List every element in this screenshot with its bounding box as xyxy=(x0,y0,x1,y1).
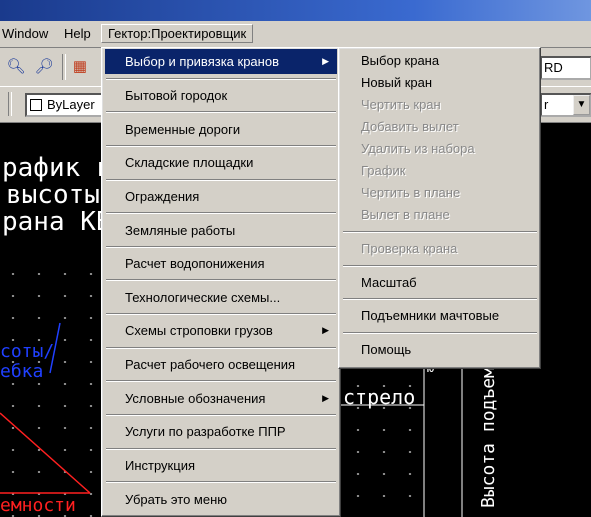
menu-item-label: Бытовой городок xyxy=(125,88,228,103)
toolbar-separator xyxy=(62,54,66,80)
menu-item-fences[interactable]: Ограждения xyxy=(105,184,337,209)
menu-item-label: Расчет рабочего освещения xyxy=(125,357,296,372)
menu-separator xyxy=(106,448,336,450)
menu-separator xyxy=(106,111,336,113)
menu-item-label: Инструкция xyxy=(125,458,195,473)
menu-separator xyxy=(106,380,336,382)
menu-separator xyxy=(343,265,537,267)
combo-right-1[interactable]: RD xyxy=(540,56,591,80)
menu-item-earthworks[interactable]: Земляные работы xyxy=(105,218,337,243)
chevron-down-icon[interactable]: ▼ xyxy=(573,95,590,115)
menu-item-hide-menu[interactable]: Убрать это меню xyxy=(105,487,337,512)
menu-item-storage-areas[interactable]: Складские площадки xyxy=(105,150,337,175)
menu-item-lighting-calc[interactable]: Расчет рабочего освещения xyxy=(105,352,337,377)
submenu-arrow-icon: ▶ xyxy=(322,56,329,66)
menu-item-slinging-schemes[interactable]: Схемы строповки грузов ▶ xyxy=(105,318,337,343)
properties-icon[interactable]: ▦ xyxy=(68,55,92,79)
menu-item-label: Ограждения xyxy=(125,189,200,204)
menu-separator xyxy=(106,313,336,315)
submenu-arrow-icon: ▶ xyxy=(322,325,329,335)
submenu-item-new-crane[interactable]: Новый кран xyxy=(342,72,537,94)
zoom-icon[interactable]: 🔍︎ xyxy=(4,55,28,79)
menu-separator xyxy=(106,145,336,147)
zoom-previous-icon[interactable]: 🔎︎ xyxy=(32,55,56,79)
combo-right-2-value: r xyxy=(544,97,549,112)
menu-item-crane-selection[interactable]: Выбор и привязка кранов ▶ xyxy=(105,49,337,74)
gektor-menu: Выбор и привязка кранов ▶ Бытовой городок… xyxy=(101,47,341,517)
submenu-item-select-crane[interactable]: Выбор крана xyxy=(342,50,537,72)
menu-item-household-town[interactable]: Бытовой городок xyxy=(105,83,337,108)
menu-separator xyxy=(106,279,336,281)
title-bar xyxy=(0,0,591,21)
submenu-item-remove-from-set: Удалить из набора xyxy=(361,141,475,156)
menu-item-label: Складские площадки xyxy=(125,155,254,170)
submenu-item-scale[interactable]: Масштаб xyxy=(342,272,537,294)
menu-bar: Window Help Гектор:Проектировщик xyxy=(0,21,591,48)
menu-separator xyxy=(343,332,537,334)
combo-right-1-value: RD xyxy=(544,60,563,75)
menu-separator xyxy=(343,298,537,300)
toolbar-separator xyxy=(8,92,12,116)
menu-separator xyxy=(343,231,537,233)
menu-separator xyxy=(106,481,336,483)
menu-item-label: Земляные работы xyxy=(125,223,236,238)
menu-item-dewatering[interactable]: Расчет водопонижения xyxy=(105,251,337,276)
color-swatch-icon xyxy=(30,99,42,111)
menu-help[interactable]: Help xyxy=(64,26,91,41)
submenu-item-draw-in-plan: Чертить в плане xyxy=(361,185,461,200)
submenu-item-check-crane: Проверка крана xyxy=(361,241,458,256)
submenu-item-graph: График xyxy=(361,163,406,178)
menu-item-label: Расчет водопонижения xyxy=(125,256,265,271)
menu-item-tech-schemes[interactable]: Технологические схемы... xyxy=(105,285,337,310)
menu-item-temporary-roads[interactable]: Временные дороги xyxy=(105,117,337,142)
menu-window[interactable]: Window xyxy=(2,26,48,41)
menu-item-label: Временные дороги xyxy=(125,122,241,137)
submenu-arrow-icon: ▶ xyxy=(322,393,329,403)
menu-item-label: Убрать это меню xyxy=(125,492,228,507)
menu-separator xyxy=(106,246,336,248)
crane-submenu: Выбор крана Новый кран Чертить кран Доба… xyxy=(338,47,541,369)
menu-separator xyxy=(106,179,336,181)
menu-separator xyxy=(106,414,336,416)
submenu-item-mast-lifts[interactable]: Подъемники мачтовые xyxy=(342,305,537,327)
menu-item-label: Услуги по разработке ППР xyxy=(125,424,286,439)
menu-item-label: Условные обозначения xyxy=(125,391,266,406)
menu-separator xyxy=(106,347,336,349)
menu-gektor[interactable]: Гектор:Проектировщик xyxy=(101,24,254,43)
menu-item-instructions[interactable]: Инструкция xyxy=(105,453,337,478)
layer-combo[interactable]: ByLayer xyxy=(25,93,109,117)
layer-combo-value: ByLayer xyxy=(47,97,95,112)
submenu-item-draw-crane: Чертить кран xyxy=(361,97,441,112)
menu-item-label: Схемы строповки грузов xyxy=(125,323,273,338)
menu-item-ppr-services[interactable]: Услуги по разработке ППР xyxy=(105,419,337,444)
menu-item-label: Технологические схемы... xyxy=(125,290,281,305)
combo-right-2[interactable]: r ▼ xyxy=(540,93,591,117)
menu-item-label: Выбор и привязка кранов xyxy=(125,54,279,69)
menu-item-symbols[interactable]: Условные обозначения ▶ xyxy=(105,386,337,411)
submenu-item-reach-in-plan: Вылет в плане xyxy=(361,207,450,222)
menu-separator xyxy=(106,212,336,214)
submenu-item-help[interactable]: Помощь xyxy=(342,339,537,361)
submenu-item-add-reach: Добавить вылет xyxy=(361,119,459,134)
menu-separator xyxy=(106,78,336,80)
